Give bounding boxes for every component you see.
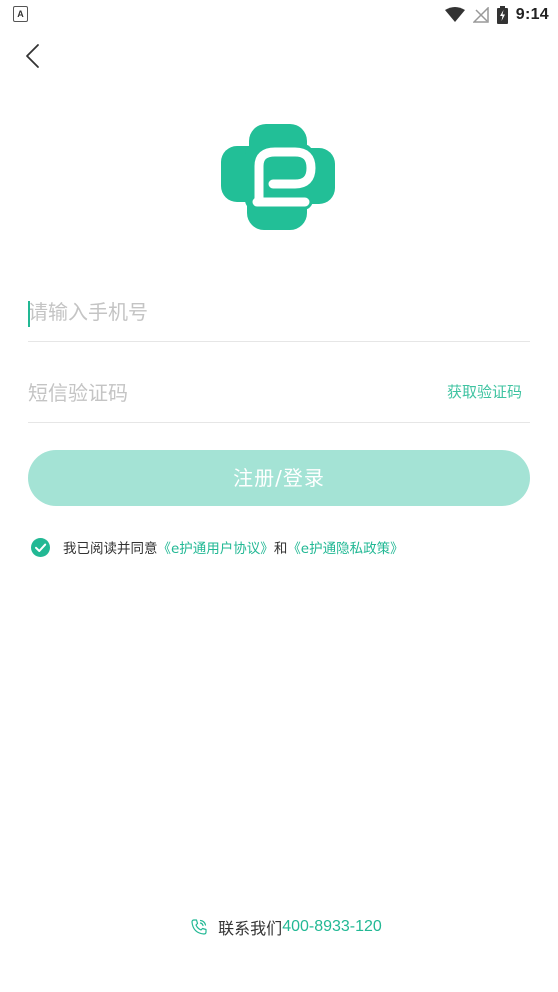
chevron-left-icon [26, 44, 39, 68]
sms-code-input[interactable] [28, 364, 408, 422]
no-signal-icon [472, 7, 489, 23]
status-icons: 9:14 [444, 4, 549, 26]
agreement-row: 我已阅读并同意 《e护通用户协议》 和 《e护通隐私政策》 [31, 536, 404, 558]
status-bar: A 9:14 [0, 0, 558, 30]
get-code-button[interactable]: 获取验证码 [447, 381, 522, 402]
sms-code-field-row: 获取验证码 [28, 364, 530, 423]
privacy-policy-link[interactable]: 《e护通隐私政策》 [287, 537, 403, 557]
clock: 9:14 [515, 6, 549, 23]
agreement-checkbox[interactable] [31, 537, 50, 557]
user-agreement-link[interactable]: 《e护通用户协议》 [158, 537, 274, 557]
phone-field-row [28, 283, 530, 342]
phone-icon [191, 919, 207, 935]
app-notification-icon: A [13, 6, 28, 22]
agreement-prefix: 我已阅读并同意 [63, 541, 158, 557]
contact-us: 联系我们 400-8933-120 [0, 915, 558, 939]
register-login-button[interactable]: 注册/登录 [28, 450, 530, 506]
app-logo [221, 124, 337, 230]
text-cursor [28, 301, 30, 327]
contact-phone-number[interactable]: 400-8933-120 [282, 918, 382, 936]
battery-charging-icon [496, 6, 508, 24]
phone-input[interactable] [28, 283, 408, 341]
wifi-icon [444, 7, 465, 22]
contact-label: 联系我们 [218, 919, 283, 938]
e-logo-icon [221, 124, 335, 230]
back-button[interactable] [20, 40, 48, 72]
agreement-and: 和 [273, 541, 288, 557]
